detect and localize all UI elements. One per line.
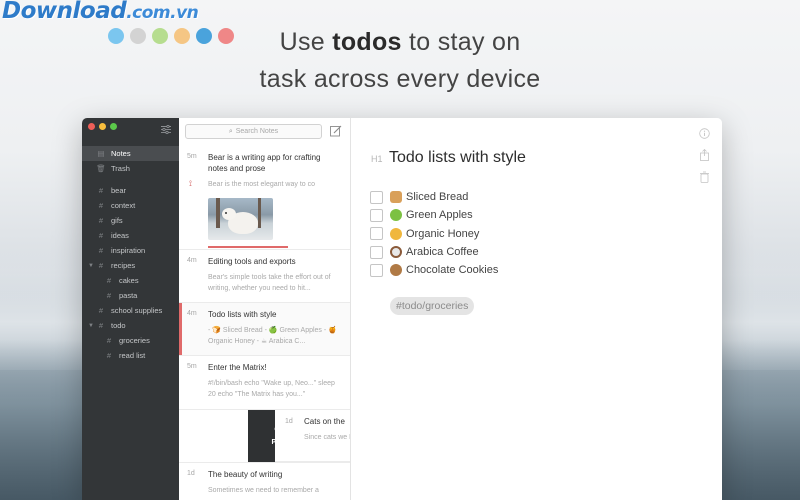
- trash-icon[interactable]: [699, 171, 710, 183]
- compose-icon[interactable]: [330, 125, 342, 137]
- hash-icon: #: [98, 201, 104, 210]
- sidebar-tag-pasta[interactable]: # pasta: [82, 288, 179, 303]
- hash-icon: #: [98, 261, 104, 270]
- document-title[interactable]: Todo lists with style: [389, 149, 526, 167]
- trash-icon: 🗑: [96, 164, 106, 173]
- cookie-icon: [390, 264, 402, 277]
- window-controls: [88, 123, 117, 130]
- hash-icon: #: [106, 351, 112, 360]
- search-icon: ⌕: [228, 127, 233, 135]
- sidebar-tag-context[interactable]: # context: [82, 198, 179, 213]
- note-title: Editing tools and exports: [208, 257, 296, 266]
- note-excerpt: - 🍞 Sliced Bread - 🍏 Green Apples - 🍯 Or…: [208, 327, 337, 345]
- chevron-down-icon[interactable]: ▼: [88, 323, 96, 329]
- watermark-logo: Download.com.vn: [2, 0, 199, 24]
- hash-icon: #: [98, 246, 104, 255]
- note-item[interactable]: 1d The beauty of writing Sometimes we ne…: [179, 462, 350, 500]
- coffee-icon: [390, 246, 402, 259]
- headline: Use todos to stay on task across every d…: [0, 24, 800, 98]
- sidebar-tag-bear[interactable]: # bear: [82, 183, 179, 198]
- sidebar-tag-read-list[interactable]: # read list: [82, 348, 179, 363]
- info-icon[interactable]: [699, 128, 710, 139]
- editor-toolbar: [699, 128, 710, 183]
- share-icon[interactable]: [699, 149, 710, 161]
- note-item[interactable]: 1d Cats on the Since cats we Egypt, they…: [275, 410, 350, 462]
- tag-pill[interactable]: #todo/groceries: [390, 297, 475, 315]
- sidebar-tag-groceries[interactable]: # groceries: [82, 333, 179, 348]
- todo-checkbox[interactable]: [370, 263, 383, 277]
- hash-icon: #: [98, 186, 104, 195]
- sidebar-tag-todo[interactable]: ▼ # todo: [82, 318, 179, 333]
- close-button[interactable]: [88, 123, 95, 130]
- note-excerpt: #!/bin/bash echo "Wake up, Neo..." sleep…: [208, 380, 335, 398]
- headline-bold: todos: [332, 28, 402, 56]
- note-title: The beauty of writing: [208, 470, 283, 479]
- swiped-note-row: ⚲ Pin 1d Cats on the Since cats we Egypt…: [179, 410, 350, 462]
- todo-item: Arabica Coffee: [370, 243, 498, 261]
- sidebar-tag-inspiration[interactable]: # inspiration: [82, 243, 179, 258]
- sidebar-tag-cakes[interactable]: # cakes: [82, 273, 179, 288]
- note-item[interactable]: 5m Enter the Matrix! #!/bin/bash echo "W…: [179, 356, 350, 410]
- minimize-button[interactable]: [99, 123, 106, 130]
- note-list: ⌕ Search Notes 5m ⟟ Bear is a writing ap…: [179, 118, 351, 500]
- note-title: Todo lists with style: [208, 310, 277, 319]
- todo-item: Sliced Bread: [370, 188, 498, 206]
- editor: H1 Todo lists with style Sliced Bread Gr…: [351, 118, 722, 500]
- todo-checkbox[interactable]: [370, 245, 383, 259]
- sidebar-tag-gifs[interactable]: # gifs: [82, 213, 179, 228]
- todo-checkbox[interactable]: [370, 208, 383, 222]
- hash-icon: #: [98, 231, 104, 240]
- hash-icon: #: [98, 306, 104, 315]
- sidebar-item-trash[interactable]: 🗑 Trash: [82, 161, 179, 176]
- honey-icon: [390, 227, 402, 240]
- apple-icon: [390, 209, 402, 222]
- sidebar: ▤ Notes 🗑 Trash # bear # context # gifs # id…: [82, 118, 179, 500]
- note-title: Bear is a writing app for crafting notes…: [208, 153, 321, 173]
- note-excerpt: Sometimes we need to remember a: [208, 487, 319, 494]
- headline-line2: task across every device: [259, 65, 541, 93]
- heading-marker: H1: [371, 154, 383, 164]
- hash-icon: #: [98, 321, 104, 330]
- hash-icon: #: [98, 216, 104, 225]
- hash-icon: #: [106, 336, 112, 345]
- sidebar-list: ▤ Notes 🗑 Trash # bear # context # gifs # id…: [82, 146, 179, 363]
- todo-item: Chocolate Cookies: [370, 261, 498, 279]
- hash-icon: #: [106, 291, 112, 300]
- filter-icon[interactable]: [161, 125, 171, 134]
- note-excerpt: Since cats we Egypt, they have: [304, 434, 350, 441]
- note-excerpt: Bear is the most elegant way to co: [208, 181, 315, 188]
- note-title: Enter the Matrix!: [208, 363, 267, 372]
- chevron-down-icon[interactable]: ▼: [88, 263, 96, 269]
- search-input[interactable]: ⌕ Search Notes: [185, 124, 322, 139]
- sidebar-tag-recipes[interactable]: ▼ # recipes: [82, 258, 179, 273]
- sidebar-item-notes[interactable]: ▤ Notes: [82, 146, 179, 161]
- app-window: ▤ Notes 🗑 Trash # bear # context # gifs # id…: [82, 118, 722, 500]
- note-item-selected[interactable]: 4m Todo lists with style - 🍞 Sliced Brea…: [179, 303, 350, 356]
- todo-item: Green Apples: [370, 206, 498, 224]
- note-title: Cats on the: [304, 417, 345, 426]
- todo-checkbox[interactable]: [370, 190, 383, 204]
- pin-icon: ⟟: [189, 179, 192, 188]
- zoom-button[interactable]: [110, 123, 117, 130]
- note-excerpt: Bear's simple tools take the effort out …: [208, 274, 331, 292]
- todo-item: Organic Honey: [370, 225, 498, 243]
- sidebar-tag-ideas[interactable]: # ideas: [82, 228, 179, 243]
- note-item[interactable]: 4m Editing tools and exports Bear's simp…: [179, 250, 350, 303]
- polar-bear-image: [208, 198, 273, 240]
- todo-checkbox[interactable]: [370, 227, 383, 241]
- red-divider: [208, 246, 288, 248]
- hash-icon: #: [106, 276, 112, 285]
- todo-list: Sliced Bread Green Apples Organic Honey …: [370, 188, 498, 279]
- bread-icon: [390, 191, 402, 204]
- note-item[interactable]: 5m ⟟ Bear is a writing app for crafting …: [179, 146, 350, 250]
- sidebar-tag-school-supplies[interactable]: # school supplies: [82, 303, 179, 318]
- notes-icon: ▤: [97, 149, 105, 158]
